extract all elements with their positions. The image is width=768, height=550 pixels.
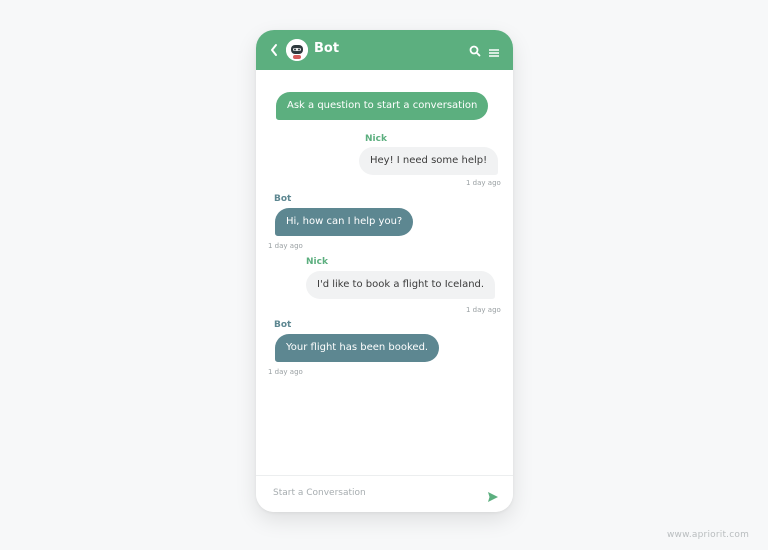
search-icon[interactable]: [468, 43, 482, 57]
message-timestamp: 1 day ago: [466, 179, 501, 187]
message-sender-name: Nick: [365, 134, 387, 144]
hamburger-menu-icon[interactable]: [488, 44, 500, 57]
bot-message-bubble: Your flight has been booked.: [275, 334, 440, 362]
chat-window: Bot Ask a question to start a conversati…: [256, 30, 513, 512]
message-sender-name: Bot: [274, 320, 292, 330]
chevron-left-icon[interactable]: [268, 42, 280, 58]
composer-bar: [256, 475, 513, 512]
user-message-bubble: I'd like to book a flight to Iceland.: [306, 271, 496, 299]
message-timestamp: 1 day ago: [268, 368, 303, 376]
message-input[interactable]: [273, 488, 473, 498]
bot-message-bubble: Hi, how can I help you?: [275, 208, 414, 236]
message-sender-name: Nick: [306, 257, 328, 267]
message-timestamp: 1 day ago: [466, 306, 501, 314]
message-timestamp: 1 day ago: [268, 242, 303, 250]
watermark-text: www.apriorit.com: [667, 530, 750, 540]
chat-title: Bot: [314, 41, 340, 56]
user-message-bubble: Hey! I need some help!: [359, 147, 499, 175]
robot-avatar-icon: [286, 39, 308, 61]
message-sender-name: Bot: [274, 194, 292, 204]
start-prompt-bubble: Ask a question to start a conversation: [276, 92, 489, 120]
send-icon[interactable]: [487, 488, 499, 502]
chat-header: Bot: [256, 30, 513, 70]
